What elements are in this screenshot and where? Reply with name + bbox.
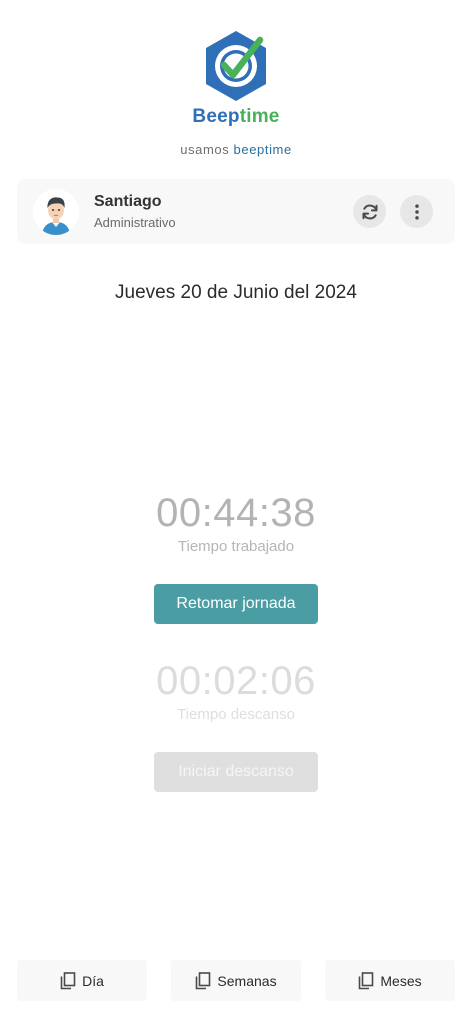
brand-name-part1: Beep	[192, 106, 240, 127]
tab-dia[interactable]: Día	[17, 960, 147, 1001]
bottom-tabs: Día Semanas Meses	[17, 960, 455, 1001]
tagline-prefix: usamos	[180, 142, 230, 157]
tab-meses-label: Meses	[380, 972, 422, 989]
tab-semanas-label: Semanas	[217, 972, 277, 989]
copy-icon	[358, 971, 374, 990]
break-timer-label: Tiempo descanso	[177, 706, 295, 723]
user-info: Santiago Administrativo	[94, 193, 176, 230]
more-vertical-icon	[414, 203, 419, 220]
resume-workday-button[interactable]: Retomar jornada	[154, 584, 318, 624]
refresh-button[interactable]	[353, 195, 386, 228]
work-timer-label: Tiempo trabajado	[177, 538, 295, 555]
user-card: Santiago Administrativo	[17, 179, 455, 244]
app-screen: Beeptime usamos beeptime Santiago Admini…	[0, 0, 472, 1024]
tab-meses[interactable]: Meses	[325, 960, 455, 1001]
current-date: Jueves 20 de Junio del 2024	[115, 282, 357, 303]
tagline: usamos beeptime	[0, 142, 472, 157]
copy-icon	[195, 971, 211, 990]
tab-dia-label: Día	[82, 972, 104, 989]
brand-name-part2: time	[239, 106, 280, 127]
brand-logo: Beeptime	[0, 28, 472, 128]
refresh-icon	[362, 204, 377, 219]
user-card-actions	[353, 195, 433, 228]
user-avatar	[33, 188, 79, 235]
break-timer: 00:02:06	[156, 659, 316, 703]
work-timer: 00:44:38	[156, 491, 316, 535]
more-options-button[interactable]	[400, 195, 433, 228]
copy-icon	[60, 971, 76, 990]
user-name: Santiago	[94, 193, 162, 210]
tagline-accent: beeptime	[233, 142, 292, 157]
beeptime-logo-icon	[206, 31, 266, 101]
brand-name: Beeptime	[192, 106, 279, 128]
user-role: Administrativo	[94, 215, 176, 230]
tab-semanas[interactable]: Semanas	[171, 960, 301, 1001]
start-break-button[interactable]: Iniciar descanso	[154, 752, 318, 792]
